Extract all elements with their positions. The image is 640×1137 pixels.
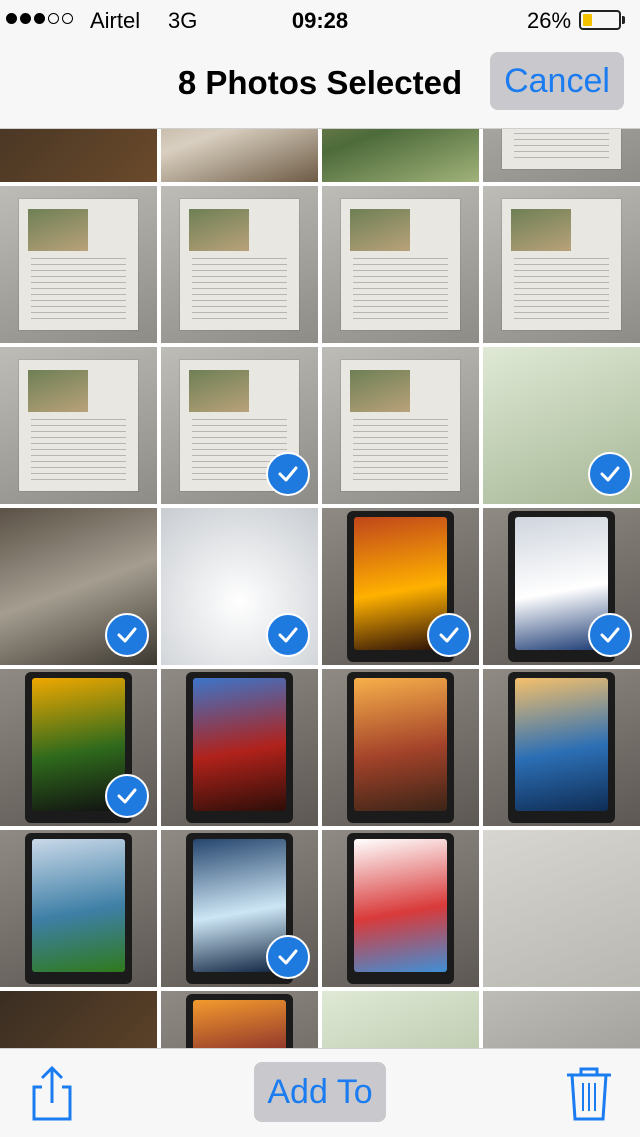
- battery-percent: 26%: [527, 8, 572, 33]
- photo-thumbnail[interactable]: [161, 991, 318, 1049]
- photo-thumbnail[interactable]: [322, 347, 479, 504]
- checkmark-icon: [266, 613, 310, 657]
- bottom-toolbar: Add To: [0, 1048, 640, 1137]
- photo-thumbnail[interactable]: [161, 129, 318, 182]
- photo-thumbnail[interactable]: [483, 830, 640, 987]
- share-button[interactable]: [22, 1063, 82, 1123]
- checkmark-icon: [588, 613, 632, 657]
- photo-image: [0, 991, 157, 1049]
- photo-image: [0, 129, 157, 182]
- navigation-bar: 8 Photos Selected Cancel: [0, 40, 640, 129]
- checkmark-icon: [588, 452, 632, 496]
- photo-thumbnail[interactable]: [483, 508, 640, 665]
- battery-icon: [579, 10, 621, 30]
- photo-image: [483, 129, 640, 182]
- photo-image: [161, 129, 318, 182]
- photo-image: [322, 991, 479, 1049]
- photo-thumbnail[interactable]: [483, 669, 640, 826]
- photo-thumbnail[interactable]: [0, 347, 157, 504]
- status-bar: Airtel 3G 09:28 26%: [0, 0, 640, 40]
- page-title: 8 Photos Selected: [177, 64, 463, 101]
- cancel-button[interactable]: Cancel: [490, 52, 624, 110]
- photo-thumbnail[interactable]: [483, 186, 640, 343]
- photo-thumbnail[interactable]: [0, 991, 157, 1049]
- share-icon: [32, 1065, 72, 1121]
- battery-tip-icon: [622, 16, 625, 24]
- photo-image: [322, 669, 479, 826]
- photo-image: [322, 830, 479, 987]
- photo-thumbnail[interactable]: [322, 508, 479, 665]
- photo-image: [322, 347, 479, 504]
- photo-thumbnail[interactable]: [483, 991, 640, 1049]
- photo-thumbnail[interactable]: [161, 830, 318, 987]
- photo-thumbnail[interactable]: [322, 186, 479, 343]
- photo-thumbnail[interactable]: [483, 347, 640, 504]
- photo-thumbnail[interactable]: [322, 991, 479, 1049]
- photo-thumbnail[interactable]: [0, 830, 157, 987]
- photo-image: [161, 669, 318, 826]
- add-to-button[interactable]: Add To: [254, 1062, 386, 1122]
- photo-grid[interactable]: [0, 129, 640, 1049]
- photo-thumbnail[interactable]: [483, 129, 640, 182]
- checkmark-icon: [105, 613, 149, 657]
- trash-icon: [567, 1067, 611, 1121]
- photo-image: [161, 186, 318, 343]
- photo-image: [0, 830, 157, 987]
- photo-thumbnail[interactable]: [322, 830, 479, 987]
- photo-thumbnail[interactable]: [0, 129, 157, 182]
- photo-thumbnail[interactable]: [322, 669, 479, 826]
- photo-thumbnail[interactable]: [161, 508, 318, 665]
- photo-image: [483, 830, 640, 987]
- photo-image: [322, 186, 479, 343]
- photo-thumbnail[interactable]: [322, 129, 479, 182]
- checkmark-icon: [427, 613, 471, 657]
- photo-image: [483, 186, 640, 343]
- photo-image: [483, 991, 640, 1049]
- checkmark-icon: [266, 452, 310, 496]
- photo-image: [0, 186, 157, 343]
- delete-button[interactable]: [565, 1063, 613, 1123]
- photo-image: [161, 991, 318, 1049]
- photo-image: [322, 129, 479, 182]
- photo-thumbnail[interactable]: [161, 347, 318, 504]
- checkmark-icon: [105, 774, 149, 818]
- checkmark-icon: [266, 935, 310, 979]
- photo-thumbnail[interactable]: [0, 508, 157, 665]
- photo-thumbnail[interactable]: [0, 186, 157, 343]
- photo-thumbnail[interactable]: [161, 669, 318, 826]
- battery-level: [583, 14, 592, 26]
- photo-thumbnail[interactable]: [0, 669, 157, 826]
- photo-image: [0, 347, 157, 504]
- photo-image: [483, 669, 640, 826]
- photo-thumbnail[interactable]: [161, 186, 318, 343]
